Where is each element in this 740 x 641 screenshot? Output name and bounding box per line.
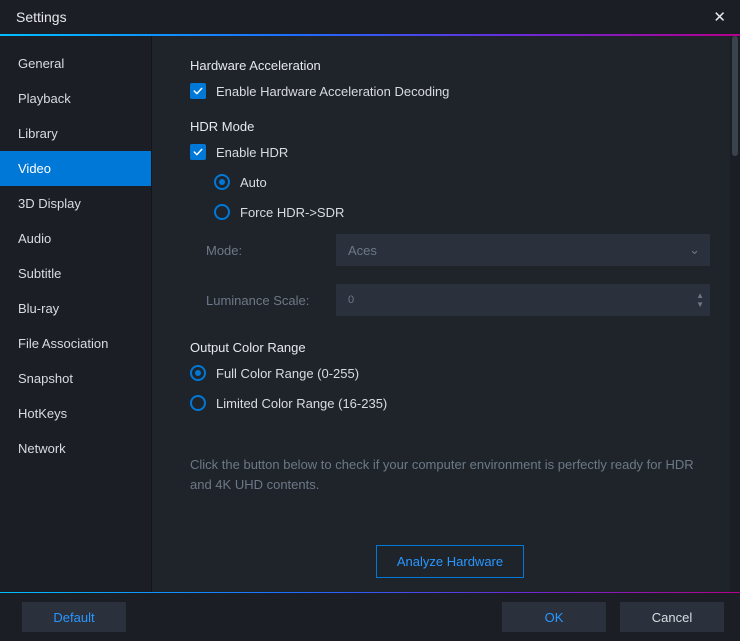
section-output-color-title: Output Color Range <box>190 340 710 355</box>
section-hw-accel-title: Hardware Acceleration <box>190 58 710 73</box>
sidebar-item-blu-ray[interactable]: Blu-ray <box>0 291 151 326</box>
sidebar-item-label: Library <box>18 126 58 141</box>
sidebar-item-hotkeys[interactable]: HotKeys <box>0 396 151 431</box>
settings-window: Settings ✕ General Playback Library Vide… <box>0 0 740 641</box>
checkbox-icon <box>190 144 206 160</box>
sidebar-item-file-association[interactable]: File Association <box>0 326 151 361</box>
luminance-spinner[interactable]: 0 ▲ ▼ <box>336 284 710 316</box>
luminance-label: Luminance Scale: <box>206 293 326 308</box>
sidebar-item-label: File Association <box>18 336 108 351</box>
default-button[interactable]: Default <box>22 602 126 632</box>
row-mode: Mode: Aces ⌄ <box>206 234 710 266</box>
sidebar-item-label: Video <box>18 161 51 176</box>
mode-select[interactable]: Aces ⌄ <box>336 234 710 266</box>
row-color-full[interactable]: Full Color Range (0-255) <box>190 365 710 381</box>
chevron-up-icon[interactable]: ▲ <box>696 292 704 300</box>
content-wrap: Hardware Acceleration Enable Hardware Ac… <box>152 36 740 592</box>
row-luminance: Luminance Scale: 0 ▲ ▼ <box>206 284 710 316</box>
radio-label: Auto <box>240 175 267 190</box>
sidebar-item-label: HotKeys <box>18 406 67 421</box>
sidebar-item-general[interactable]: General <box>0 46 151 81</box>
sidebar-item-video[interactable]: Video <box>0 151 151 186</box>
vertical-scrollbar[interactable] <box>730 36 740 592</box>
radio-label: Limited Color Range (16-235) <box>216 396 387 411</box>
sidebar-item-label: Audio <box>18 231 51 246</box>
sidebar: General Playback Library Video 3D Displa… <box>0 36 152 592</box>
sidebar-item-snapshot[interactable]: Snapshot <box>0 361 151 396</box>
sidebar-item-label: General <box>18 56 64 71</box>
checkbox-label: Enable HDR <box>216 145 288 160</box>
sidebar-item-label: Blu-ray <box>18 301 59 316</box>
sidebar-item-playback[interactable]: Playback <box>0 81 151 116</box>
radio-label: Force HDR->SDR <box>240 205 344 220</box>
sidebar-item-library[interactable]: Library <box>0 116 151 151</box>
sidebar-item-network[interactable]: Network <box>0 431 151 466</box>
checkbox-icon <box>190 83 206 99</box>
analyze-hint: Click the button below to check if your … <box>190 455 710 494</box>
footer-right: OK Cancel <box>502 602 724 632</box>
radio-icon <box>190 365 206 381</box>
sidebar-item-audio[interactable]: Audio <box>0 221 151 256</box>
row-enable-hw-accel[interactable]: Enable Hardware Acceleration Decoding <box>190 83 710 99</box>
radio-icon <box>214 174 230 190</box>
titlebar: Settings ✕ <box>0 0 740 34</box>
section-hdr-title: HDR Mode <box>190 119 710 134</box>
chevron-down-icon[interactable]: ▼ <box>696 301 704 309</box>
mode-label: Mode: <box>206 243 326 258</box>
sidebar-item-label: Snapshot <box>18 371 73 386</box>
ok-button[interactable]: OK <box>502 602 606 632</box>
analyze-wrap: Analyze Hardware <box>190 545 710 578</box>
select-value: Aces <box>348 243 377 258</box>
radio-icon <box>214 204 230 220</box>
spinner-value: 0 <box>348 294 354 306</box>
radio-label: Full Color Range (0-255) <box>216 366 359 381</box>
sidebar-item-label: Network <box>18 441 66 456</box>
spinner-arrows: ▲ ▼ <box>696 292 704 309</box>
sidebar-item-subtitle[interactable]: Subtitle <box>0 256 151 291</box>
chevron-down-icon: ⌄ <box>689 242 700 258</box>
scrollbar-thumb[interactable] <box>732 36 738 156</box>
sidebar-item-label: Subtitle <box>18 266 61 281</box>
sidebar-item-3d-display[interactable]: 3D Display <box>0 186 151 221</box>
close-icon[interactable]: ✕ <box>713 10 726 25</box>
sidebar-item-label: Playback <box>18 91 71 106</box>
row-hdr-auto[interactable]: Auto <box>214 174 710 190</box>
row-enable-hdr[interactable]: Enable HDR <box>190 144 710 160</box>
checkbox-label: Enable Hardware Acceleration Decoding <box>216 84 449 99</box>
analyze-hardware-button[interactable]: Analyze Hardware <box>376 545 524 578</box>
radio-icon <box>190 395 206 411</box>
window-title: Settings <box>16 9 67 25</box>
sidebar-item-label: 3D Display <box>18 196 81 211</box>
row-color-limited[interactable]: Limited Color Range (16-235) <box>190 395 710 411</box>
footer: Default OK Cancel <box>0 593 740 641</box>
content: Hardware Acceleration Enable Hardware Ac… <box>152 36 730 592</box>
window-body: General Playback Library Video 3D Displa… <box>0 36 740 592</box>
cancel-button[interactable]: Cancel <box>620 602 724 632</box>
row-hdr-force[interactable]: Force HDR->SDR <box>214 204 710 220</box>
